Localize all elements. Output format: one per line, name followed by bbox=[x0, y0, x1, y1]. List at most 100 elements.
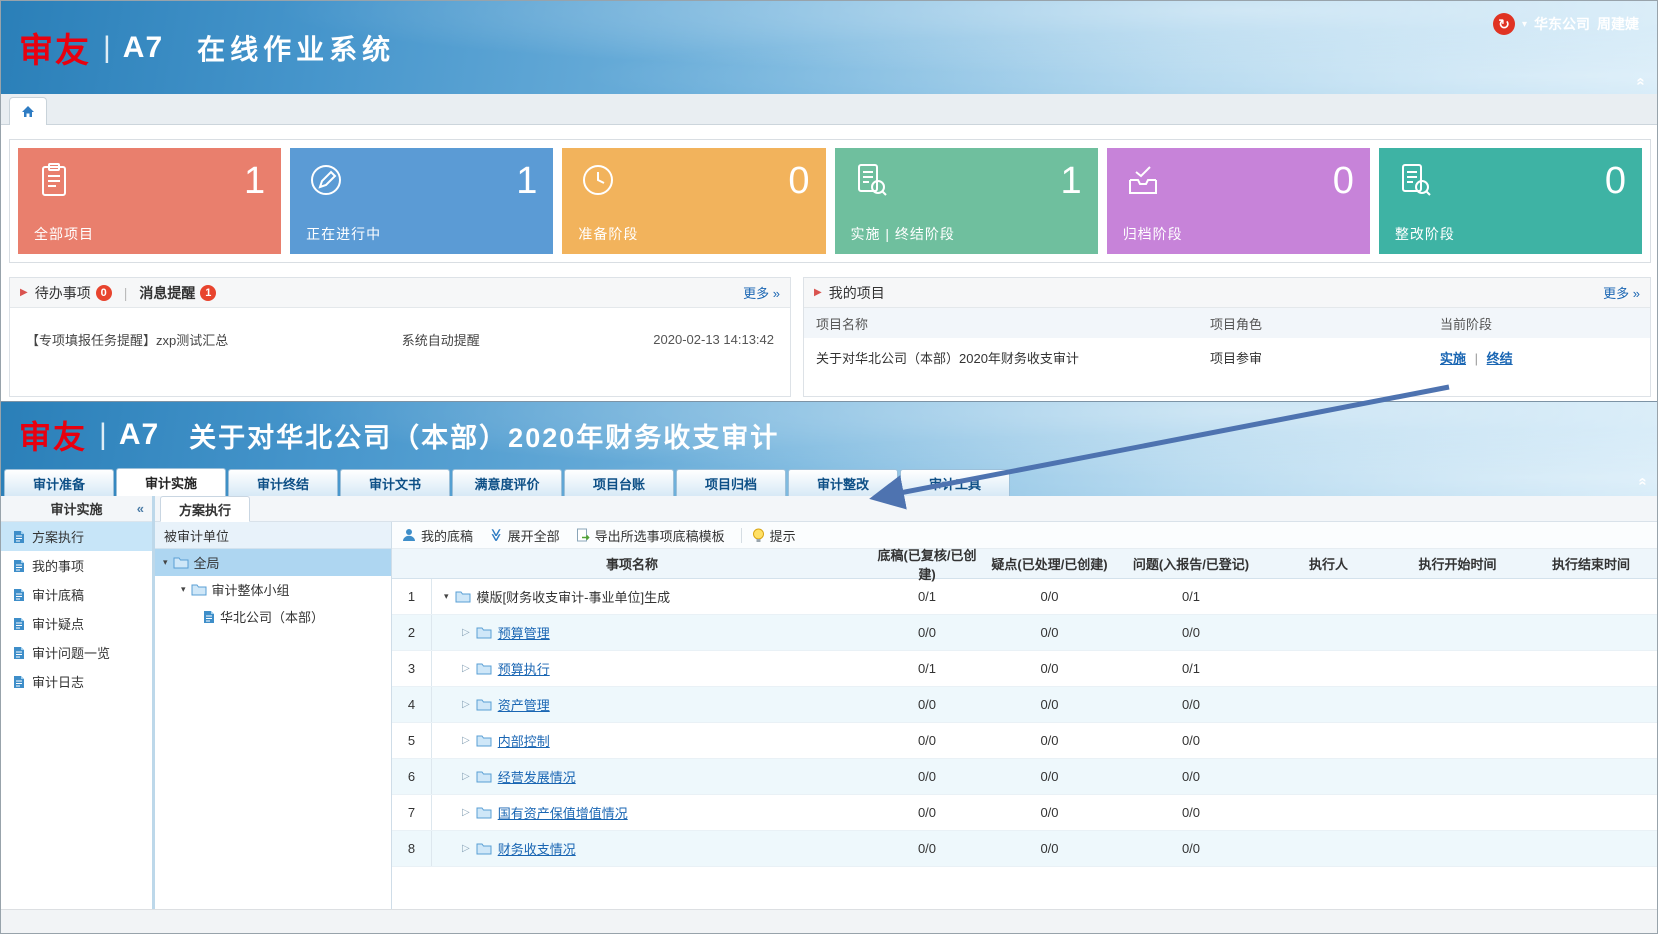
refresh-icon[interactable]: ↻ bbox=[1493, 13, 1515, 35]
expand-all-button[interactable]: ≫ 展开全部 bbox=[489, 526, 560, 545]
table-row[interactable]: 6 ▷ 经营发展情况 0/0 0/0 0/0 bbox=[392, 759, 1658, 795]
project-window: 审友 | A7 关于对华北公司（本部）2020年财务收支审计 审计准备 审计实施… bbox=[1, 401, 1658, 934]
item-name-cell: ▷ 国有资产保值增值情况 bbox=[432, 803, 872, 822]
stat-card-preparation[interactable]: 0 准备阶段 bbox=[562, 148, 825, 254]
expand-arrow-icon[interactable]: ▾ bbox=[444, 591, 449, 602]
collapsed-arrow-icon[interactable]: ▷ bbox=[462, 771, 470, 782]
issue-count: 0/0 bbox=[1117, 625, 1265, 640]
todo-more-link[interactable]: 更多 » bbox=[743, 283, 780, 302]
subtab-plan-execution[interactable]: 方案执行 bbox=[160, 496, 250, 522]
item-name-link[interactable]: 国有资产保值增值情况 bbox=[498, 803, 628, 822]
project-body: 审计实施 « 方案执行 我的事项 审计底稿 审计疑点 bbox=[1, 496, 1658, 934]
tip-button[interactable]: 提示 bbox=[752, 526, 796, 545]
my-projects-panel: ▶ 我的项目 更多 » 项目名称 项目角色 当前阶段 关于对华北公司（本部）20… bbox=[803, 277, 1651, 397]
logo-separator: | bbox=[103, 31, 111, 65]
user-menu-caret-icon[interactable]: ▾ bbox=[1522, 19, 1527, 30]
tree-node-audit-team[interactable]: ▾ 审计整体小组 bbox=[155, 576, 391, 603]
message-time: 2020-02-13 14:13:42 bbox=[653, 332, 774, 347]
tab-project-ledger[interactable]: 项目台账 bbox=[564, 469, 674, 496]
stage-link-implement[interactable]: 实施 bbox=[1440, 351, 1466, 366]
tab-project-archive[interactable]: 项目归档 bbox=[676, 469, 786, 496]
expand-arrow-icon[interactable]: ▾ bbox=[181, 584, 186, 595]
stat-card-archive[interactable]: 0 归档阶段 bbox=[1107, 148, 1370, 254]
page-icon bbox=[13, 646, 25, 660]
collapsed-arrow-icon[interactable]: ▷ bbox=[462, 663, 470, 674]
sidebar-item-audit-doubts[interactable]: 审计疑点 bbox=[1, 609, 152, 638]
header-collapse-icon[interactable]: « bbox=[1632, 77, 1649, 85]
sidebar-item-audit-drafts[interactable]: 审计底稿 bbox=[1, 580, 152, 609]
grid-header: 事项名称 底稿(已复核/已创建) 疑点(已处理/已创建) 问题(入报告/已登记)… bbox=[392, 549, 1658, 579]
stat-card-all-projects[interactable]: 1 全部项目 bbox=[18, 148, 281, 254]
tab-satisfaction[interactable]: 满意度评价 bbox=[452, 469, 562, 496]
projects-more-link[interactable]: 更多 » bbox=[1603, 283, 1640, 302]
stat-value: 1 bbox=[244, 162, 265, 200]
tab-audit-preparation[interactable]: 审计准备 bbox=[4, 469, 114, 496]
tab-audit-conclusion[interactable]: 审计终结 bbox=[228, 469, 338, 496]
collapsed-arrow-icon[interactable]: ▷ bbox=[462, 807, 470, 818]
project-row[interactable]: 关于对华北公司（本部）2020年财务收支审计 项目参审 实施 | 终结 bbox=[804, 338, 1650, 376]
tab-audit-implementation[interactable]: 审计实施 bbox=[116, 468, 226, 496]
stat-value: 1 bbox=[516, 162, 537, 200]
content-region: 方案执行 被审计单位 ▾ 全局 ▾ bbox=[155, 496, 1658, 934]
table-row[interactable]: 2 ▷ 预算管理 0/0 0/0 0/0 bbox=[392, 615, 1658, 651]
tab-audit-documents[interactable]: 审计文书 bbox=[340, 469, 450, 496]
sidebar-item-issues-overview[interactable]: 审计问题一览 bbox=[1, 638, 152, 667]
item-name-link[interactable]: 预算管理 bbox=[498, 623, 550, 642]
tab-audit-tools[interactable]: 审计工具 bbox=[900, 469, 1010, 496]
sidebar-item-audit-log[interactable]: 审计日志 bbox=[1, 667, 152, 696]
sidebar-item-my-matters[interactable]: 我的事项 bbox=[1, 551, 152, 580]
item-name-link[interactable]: 经营发展情况 bbox=[498, 767, 576, 786]
audited-units-panel: 被审计单位 ▾ 全局 ▾ 审计整体小组 bbox=[155, 522, 392, 934]
row-number: 2 bbox=[392, 615, 432, 650]
tab-messages[interactable]: 消息提醒 bbox=[139, 283, 195, 303]
issue-count: 0/0 bbox=[1117, 841, 1265, 856]
tree-node-huabei-company[interactable]: 华北公司（本部） bbox=[155, 603, 391, 630]
stat-card-implementation[interactable]: 1 实施 | 终结阶段 bbox=[835, 148, 1098, 254]
table-row[interactable]: 3 ▷ 预算执行 0/1 0/0 0/1 bbox=[392, 651, 1658, 687]
stage-link-conclude[interactable]: 终结 bbox=[1487, 351, 1513, 366]
browser-tab-strip bbox=[1, 94, 1658, 125]
project-title: 关于对华北公司（本部）2020年财务收支审计 bbox=[189, 416, 779, 455]
message-row[interactable]: 【专项填报任务提醒】zxp测试汇总 系统自动提醒 2020-02-13 14:1… bbox=[10, 330, 790, 349]
table-row[interactable]: 1 ▾ 模版[财务收支审计-事业单位]生成 0/1 0/0 0/1 bbox=[392, 579, 1658, 615]
tab-todo[interactable]: 待办事项 bbox=[35, 283, 91, 303]
table-row[interactable]: 8 ▷ 财务收支情况 0/0 0/0 0/0 bbox=[392, 831, 1658, 867]
stat-card-rectification[interactable]: 0 整改阶段 bbox=[1379, 148, 1642, 254]
page-icon bbox=[203, 610, 215, 624]
item-name-link[interactable]: 资产管理 bbox=[498, 695, 550, 714]
tree-node-global[interactable]: ▾ 全局 bbox=[155, 549, 391, 576]
sidebar-item-plan-execution[interactable]: 方案执行 bbox=[1, 522, 152, 551]
collapsed-arrow-icon[interactable]: ▷ bbox=[462, 627, 470, 638]
message-title[interactable]: 【专项填报任务提醒】zxp测试汇总 bbox=[26, 330, 228, 349]
tab-audit-rectification[interactable]: 审计整改 bbox=[788, 469, 898, 496]
collapsed-arrow-icon[interactable]: ▷ bbox=[462, 735, 470, 746]
home-tab[interactable] bbox=[9, 97, 47, 125]
item-name-link[interactable]: 预算执行 bbox=[498, 659, 550, 678]
table-row[interactable]: 5 ▷ 内部控制 0/0 0/0 0/0 bbox=[392, 723, 1658, 759]
table-row[interactable]: 7 ▷ 国有资产保值增值情况 0/0 0/0 0/0 bbox=[392, 795, 1658, 831]
collapsed-arrow-icon[interactable]: ▷ bbox=[462, 699, 470, 710]
item-name-cell: ▷ 内部控制 bbox=[432, 731, 872, 750]
toolbar-separator bbox=[741, 528, 742, 543]
collapsed-arrow-icon[interactable]: ▷ bbox=[462, 843, 470, 854]
item-name-link[interactable]: 内部控制 bbox=[498, 731, 550, 750]
stat-label: 准备阶段 bbox=[578, 224, 809, 244]
draft-count: 0/1 bbox=[872, 661, 982, 676]
brand-logo: 审友 bbox=[19, 23, 91, 72]
expand-arrow-icon[interactable]: ▾ bbox=[163, 557, 168, 568]
doubt-count: 0/0 bbox=[982, 625, 1117, 640]
table-row[interactable]: 4 ▷ 资产管理 0/0 0/0 0/0 bbox=[392, 687, 1658, 723]
my-drafts-button[interactable]: 我的底稿 bbox=[402, 526, 473, 545]
nav-collapse-icon[interactable]: « bbox=[137, 501, 144, 516]
home-icon bbox=[20, 104, 36, 120]
export-template-button[interactable]: 导出所选事项底稿模板 bbox=[576, 526, 725, 545]
project-header-collapse-icon[interactable]: « bbox=[1634, 477, 1651, 485]
main-panel: 我的底稿 ≫ 展开全部 导出所选事项底稿模板 bbox=[392, 522, 1658, 934]
left-nav-title: 审计实施 bbox=[50, 499, 102, 518]
col-project-role: 项目角色 bbox=[1210, 314, 1440, 333]
item-name-link[interactable]: 财务收支情况 bbox=[498, 839, 576, 858]
folder-icon bbox=[476, 842, 492, 855]
stat-value: 1 bbox=[1061, 162, 1082, 200]
stat-card-in-progress[interactable]: 1 正在进行中 bbox=[290, 148, 553, 254]
folder-icon bbox=[191, 583, 207, 596]
